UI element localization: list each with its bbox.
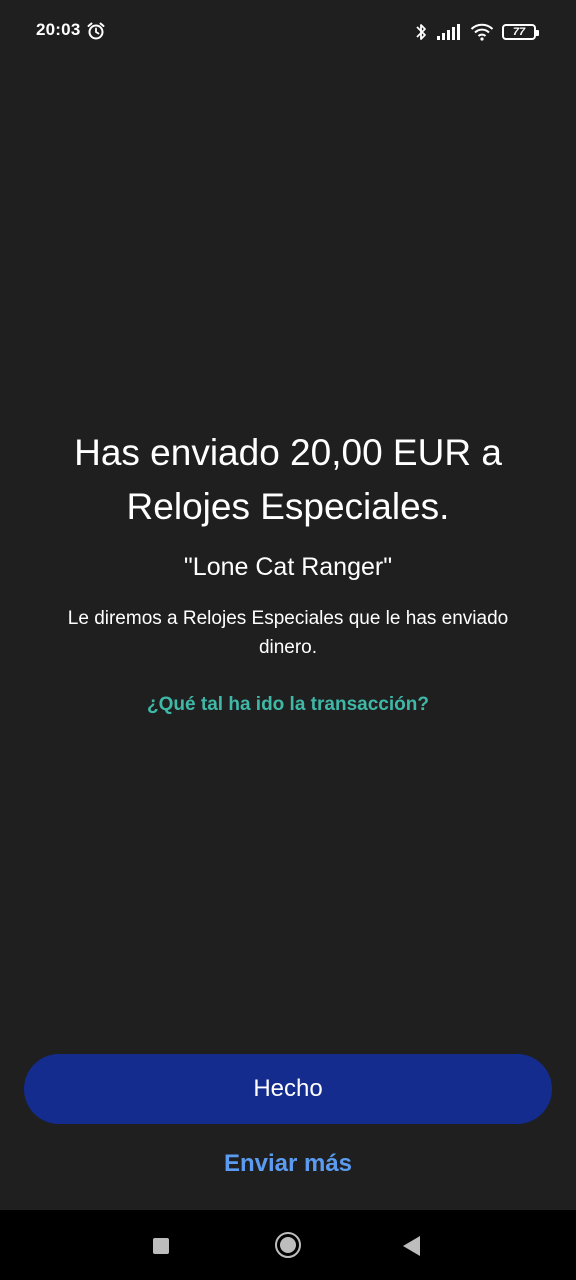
navigation-bar	[0, 1210, 576, 1280]
bluetooth-icon	[416, 24, 426, 40]
battery-icon: 77	[502, 24, 539, 40]
alarm-icon	[87, 22, 105, 40]
status-time: 20:03	[36, 20, 81, 39]
notification-info: Le diremos a Relojes Especiales que le h…	[67, 608, 509, 658]
recent-apps-icon[interactable]	[153, 1238, 169, 1254]
status-icons: 77	[414, 20, 539, 44]
send-more-link[interactable]: Enviar más	[0, 1150, 576, 1178]
signal-icon	[437, 24, 460, 40]
confirmation-content: Has enviado 20,00 EUR a Relojes Especial…	[40, 426, 536, 716]
battery-level: 77	[512, 25, 526, 38]
done-button[interactable]: Hecho	[24, 1054, 552, 1124]
wifi-icon	[470, 23, 494, 41]
payment-note: "Lone Cat Ranger"	[183, 553, 393, 581]
back-icon[interactable]	[403, 1236, 420, 1256]
status-bar: 20:03 77	[0, 0, 576, 64]
confirmation-headline: Has enviado 20,00 EUR a Relojes Especial…	[74, 432, 502, 527]
feedback-link[interactable]: ¿Qué tal ha ido la transacción?	[147, 694, 429, 716]
home-icon[interactable]	[275, 1232, 301, 1258]
